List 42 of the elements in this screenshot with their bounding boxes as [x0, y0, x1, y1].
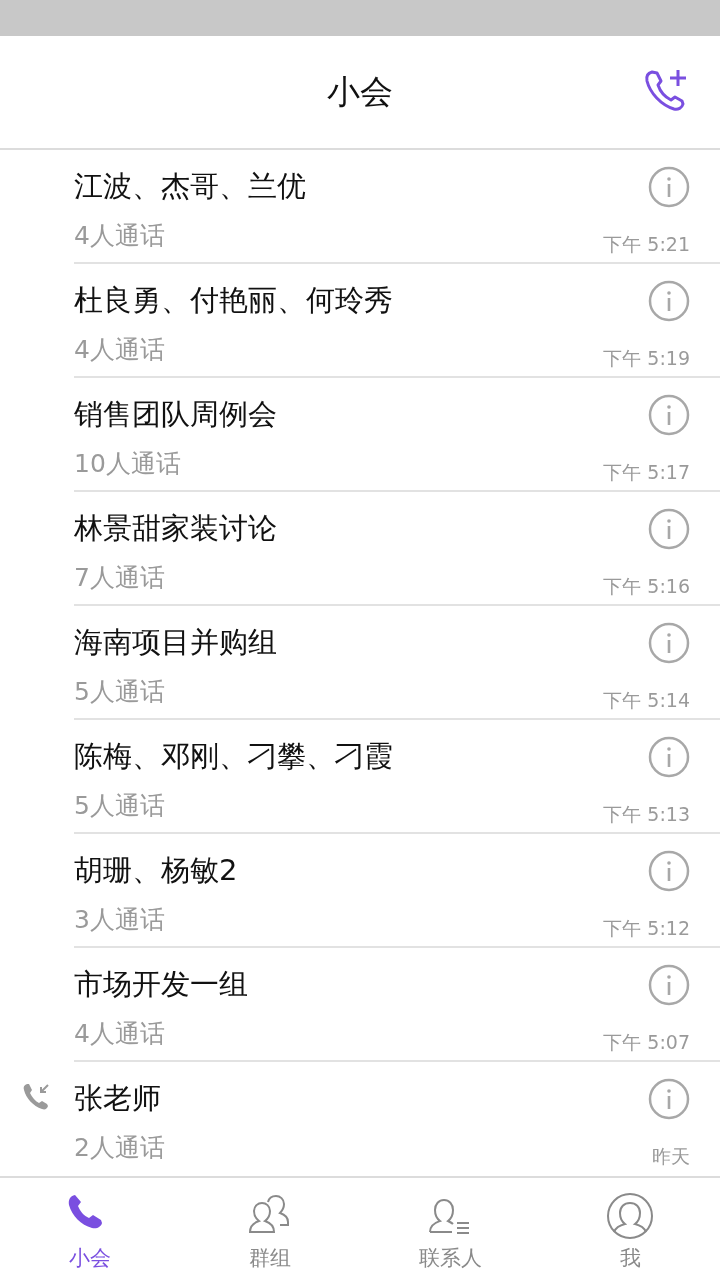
participant-count: 4人通话 [74, 220, 166, 252]
tab[interactable]: 我 [540, 1178, 720, 1280]
call-time: 下午 5:12 [603, 916, 690, 941]
call-time: 昨天 [652, 1144, 690, 1169]
info-icon[interactable] [648, 508, 690, 550]
info-icon[interactable] [648, 850, 690, 892]
participant-count: 4人通话 [74, 334, 166, 366]
info-icon[interactable] [648, 622, 690, 664]
info-icon[interactable] [648, 280, 690, 322]
tab[interactable]: 小会 [0, 1178, 180, 1280]
call-time: 下午 5:19 [603, 346, 690, 371]
info-icon[interactable] [648, 964, 690, 1006]
info-icon[interactable] [648, 394, 690, 436]
call-title[interactable]: 市场开发一组 [74, 964, 248, 1004]
participant-count: 2人通话 [74, 1132, 165, 1164]
call-time: 下午 5:13 [603, 802, 690, 827]
call-time: 下午 5:21 [603, 232, 690, 257]
call-time: 下午 5:17 [603, 460, 690, 485]
call-title[interactable]: 江波、杰哥、兰优 [74, 166, 306, 206]
call-title[interactable]: 杜良勇、付艳丽、何玲秀 [74, 280, 393, 320]
info-icon[interactable] [648, 166, 690, 208]
call-time: 下午 5:14 [603, 688, 690, 713]
call-title[interactable]: 张老师 [74, 1078, 165, 1118]
tab[interactable]: 联系人 [360, 1178, 540, 1280]
call-title[interactable]: 林景甜家装讨论 [74, 508, 277, 548]
call-title[interactable]: 陈梅、邓刚、刁攀、刁霞 [74, 736, 393, 776]
person-icon [606, 1192, 654, 1240]
tab[interactable]: 群组 [180, 1178, 360, 1280]
call-time: 下午 5:16 [603, 574, 690, 599]
call-title[interactable]: 胡珊、杨敏2 [74, 850, 238, 890]
participant-count: 3人通话 [74, 904, 166, 936]
header-title: 小会 [327, 70, 393, 113]
participant-count: 4人通话 [74, 1018, 166, 1050]
participant-count: 7人通话 [74, 562, 166, 594]
info-icon[interactable] [648, 1078, 690, 1120]
participant-count: 5人通话 [74, 676, 166, 708]
call-title[interactable]: 销售团队周例会 [74, 394, 277, 434]
participant-count: 5人通话 [74, 790, 166, 822]
participant-count: 10人通话 [74, 448, 182, 480]
call-time: 下午 5:07 [603, 1030, 690, 1055]
info-icon[interactable] [648, 736, 690, 778]
call-title[interactable]: 海南项目并购组 [74, 622, 277, 662]
